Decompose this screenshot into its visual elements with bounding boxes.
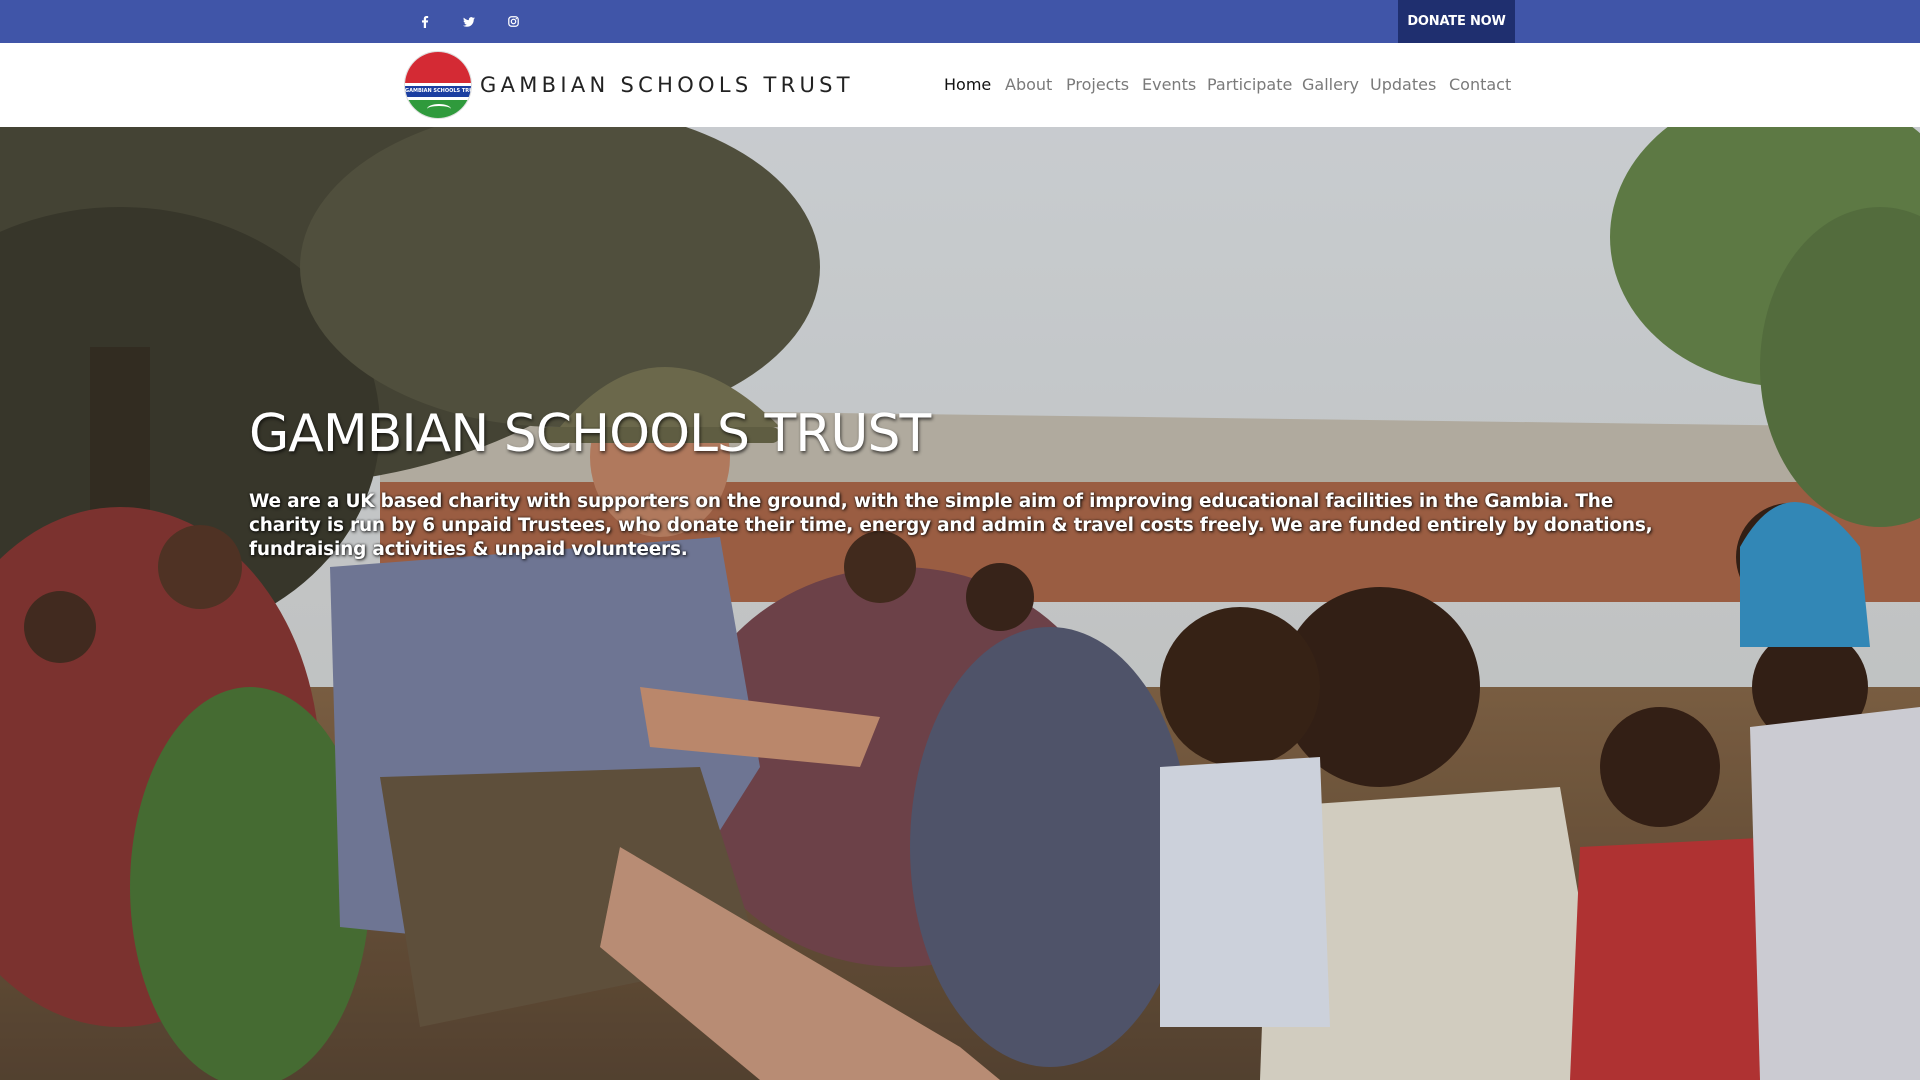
nav-events[interactable]: Events [1142,72,1196,98]
facebook-link[interactable] [403,0,447,43]
hero-title: GAMBIAN SCHOOLS TRUST [249,404,931,464]
nav-projects[interactable]: Projects [1066,72,1129,98]
twitter-link[interactable] [447,0,491,43]
instagram-icon [507,16,519,27]
hero-photo [0,127,1920,1080]
nav-about[interactable]: About [1005,72,1052,98]
top-bar: DONATE NOW [0,0,1920,43]
site-title[interactable]: GAMBIAN SCHOOLS TRUST [480,71,854,99]
hero-description: We are a UK based charity with supporter… [249,491,1653,560]
logo-text: GAMBIAN SCHOOLS TRUST [405,88,471,94]
donate-now-button[interactable]: DONATE NOW [1398,0,1515,43]
logo[interactable]: GAMBIAN SCHOOLS TRUST [404,51,472,119]
instagram-link[interactable] [491,0,535,43]
hero-section: GAMBIAN SCHOOLS TRUST We are a UK based … [0,127,1920,1080]
logo-red-band [405,52,471,83]
facebook-icon [421,15,429,28]
site-header: GAMBIAN SCHOOLS TRUST GAMBIAN SCHOOLS TR… [0,43,1920,127]
nav-participate[interactable]: Participate [1207,72,1292,98]
nav-updates[interactable]: Updates [1370,72,1436,98]
logo-swirl [427,104,451,114]
nav-gallery[interactable]: Gallery [1302,72,1359,98]
nav-home[interactable]: Home [944,72,991,98]
twitter-icon [463,16,475,27]
nav-contact[interactable]: Contact [1449,72,1511,98]
